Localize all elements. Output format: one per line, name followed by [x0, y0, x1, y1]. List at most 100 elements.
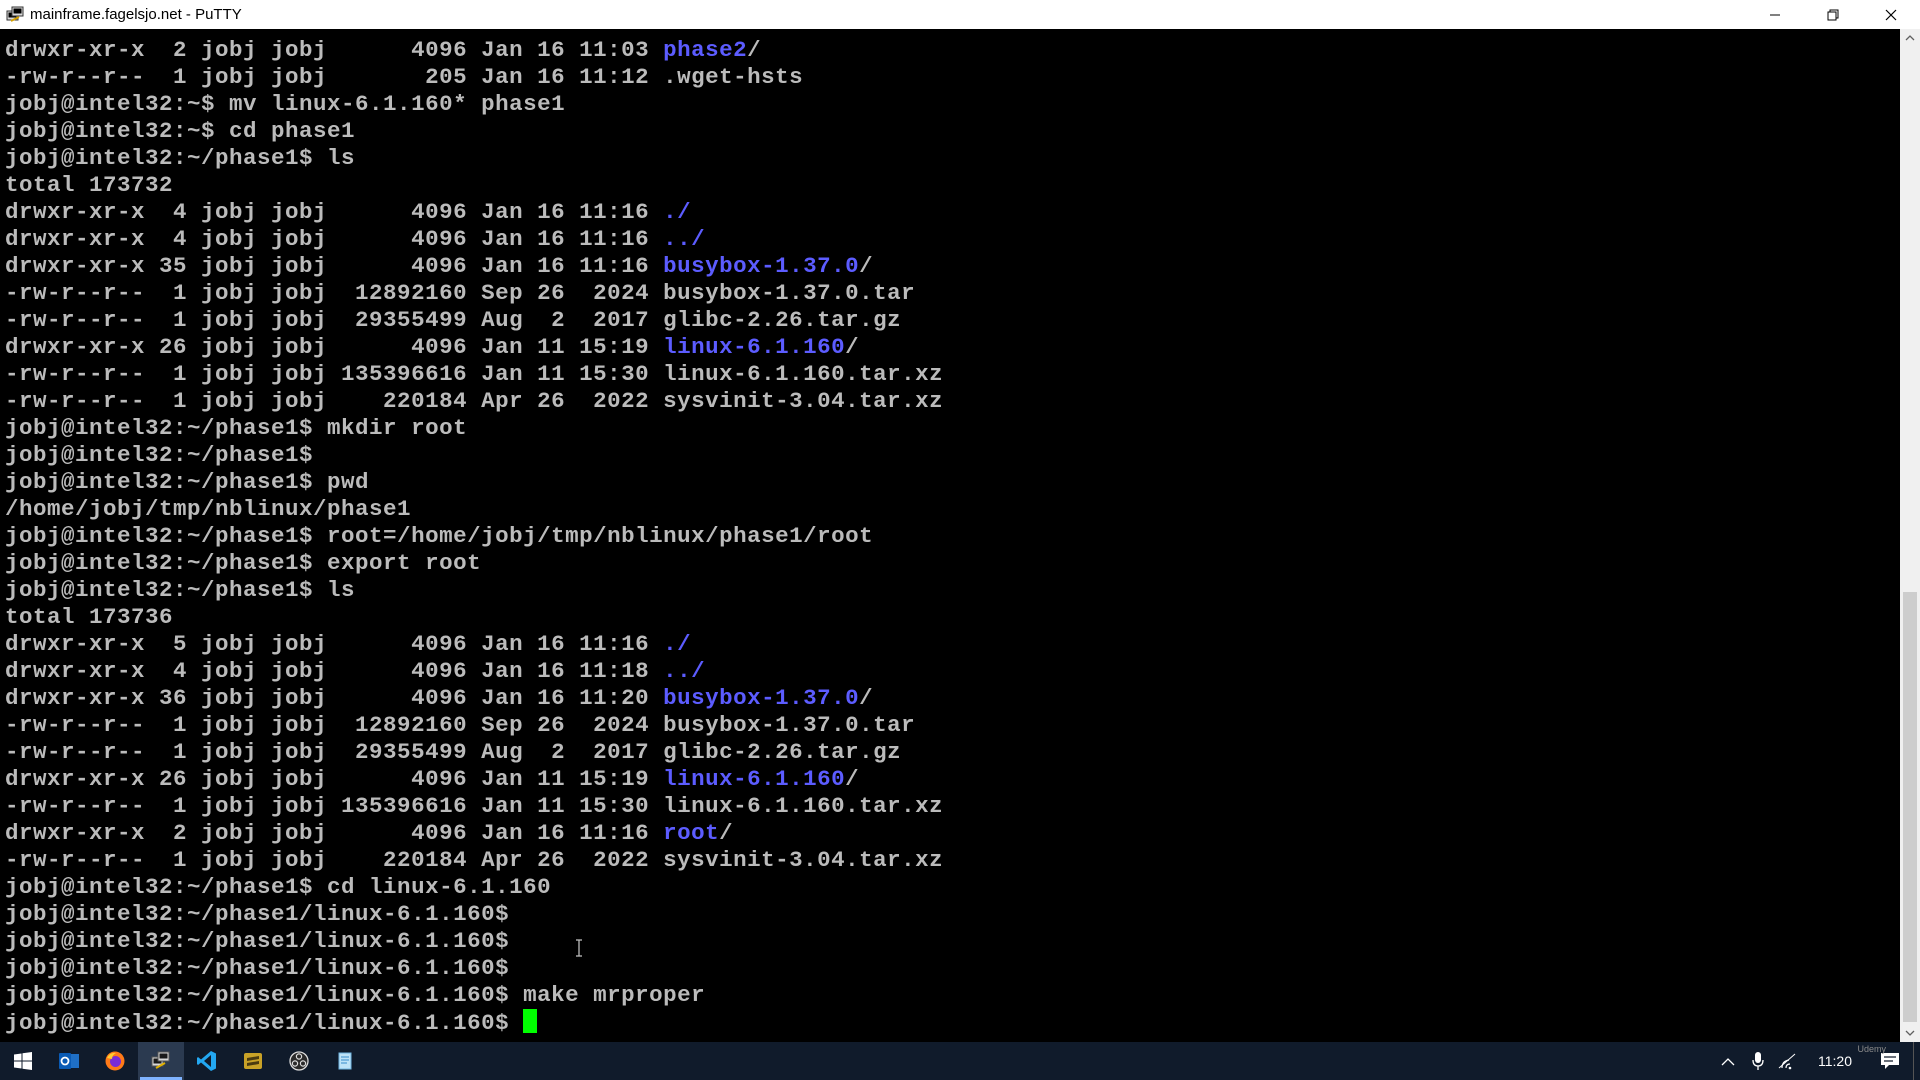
- text-cursor-ibeam-icon: [576, 939, 582, 957]
- terminal-line: -rw-r--r-- 1 jobj jobj 12892160 Sep 26 2…: [5, 712, 943, 739]
- terminal-line: jobj@intel32:~/phase1/linux-6.1.160$: [5, 1009, 943, 1036]
- watermark-text: Udemy: [1857, 1044, 1886, 1054]
- directory-name: busybox-1.37.0: [663, 253, 860, 279]
- system-tray: 11:20: [1713, 1042, 1920, 1080]
- tray-overflow-button[interactable]: [1713, 1042, 1743, 1080]
- terminal-line: -rw-r--r-- 1 jobj jobj 29355499 Aug 2 20…: [5, 739, 943, 766]
- terminal-line: drwxr-xr-x 26 jobj jobj 4096 Jan 11 15:1…: [5, 334, 943, 361]
- minimize-button[interactable]: [1746, 0, 1804, 29]
- terminal-line: -rw-r--r-- 1 jobj jobj 205 Jan 16 11:12 …: [5, 64, 943, 91]
- putty-app-icon[interactable]: [4, 4, 26, 26]
- terminal-line: jobj@intel32:~$ mv linux-6.1.160* phase1: [5, 91, 943, 118]
- wifi-icon: [1778, 1053, 1796, 1070]
- terminal-text: jobj@intel32:~/phase1$ ls: [5, 577, 356, 603]
- terminal-line: drwxr-xr-x 4 jobj jobj 4096 Jan 16 11:18…: [5, 658, 943, 685]
- tray-microphone[interactable]: [1743, 1042, 1773, 1080]
- terminal-text: drwxr-xr-x 4 jobj jobj 4096 Jan 16 11:18: [5, 658, 664, 684]
- terminal-line: drwxr-xr-x 5 jobj jobj 4096 Jan 16 11:16…: [5, 631, 943, 658]
- terminal-text: -rw-r--r-- 1 jobj jobj 205 Jan 16 11:12 …: [5, 64, 804, 90]
- terminal-text: jobj@intel32:~$ mv linux-6.1.160* phase1: [5, 91, 566, 117]
- terminal-text: jobj@intel32:~/phase1/linux-6.1.160$: [5, 1010, 524, 1036]
- taskbar-putty[interactable]: [138, 1042, 184, 1080]
- chevron-up-icon: [1905, 35, 1915, 41]
- show-desktop-button[interactable]: [1913, 1042, 1920, 1080]
- scroll-up-button[interactable]: [1900, 29, 1920, 46]
- chevron-up-icon: [1721, 1057, 1735, 1065]
- terminal-line: -rw-r--r-- 1 jobj jobj 220184 Apr 26 202…: [5, 847, 943, 874]
- terminal-text: /: [845, 334, 860, 360]
- sublime-text-icon: [244, 1053, 262, 1069]
- restore-button[interactable]: [1804, 0, 1862, 29]
- terminal-line: jobj@intel32:~/phase1$ ls: [5, 145, 943, 172]
- tray-network[interactable]: [1773, 1042, 1803, 1080]
- terminal-line: jobj@intel32:~/phase1$ ls: [5, 577, 943, 604]
- taskbar-sublime-text[interactable]: [230, 1042, 276, 1080]
- restore-icon: [1827, 9, 1839, 20]
- putty-window: mainframe.fagelsjo.net - PuTTY drwxr-xr-…: [0, 0, 1920, 1042]
- terminal-text: jobj@intel32:~/phase1/linux-6.1.160$: [5, 901, 510, 927]
- scrollbar-thumb[interactable]: [1903, 592, 1917, 1022]
- close-button[interactable]: [1862, 0, 1920, 29]
- directory-name: root: [663, 820, 720, 846]
- terminal-text: drwxr-xr-x 5 jobj jobj 4096 Jan 16 11:16: [5, 631, 664, 657]
- obs-icon: [289, 1051, 309, 1071]
- terminal-text: -rw-r--r-- 1 jobj jobj 29355499 Aug 2 20…: [5, 739, 902, 765]
- taskbar-notepad[interactable]: [322, 1042, 368, 1080]
- terminal-text: -rw-r--r-- 1 jobj jobj 135396616 Jan 11 …: [5, 361, 944, 387]
- terminal-text: -rw-r--r-- 1 jobj jobj 220184 Apr 26 202…: [5, 388, 944, 414]
- terminal-line: jobj@intel32:~/phase1$ pwd: [5, 469, 943, 496]
- scroll-down-button[interactable]: [1900, 1025, 1920, 1042]
- terminal-text: /: [747, 37, 762, 63]
- firefox-icon: [105, 1051, 125, 1071]
- directory-name: linux-6.1.160: [663, 766, 846, 792]
- terminal-text: drwxr-xr-x 2 jobj jobj 4096 Jan 16 11:16: [5, 820, 664, 846]
- terminal-text: jobj@intel32:~/phase1/linux-6.1.160$: [5, 928, 510, 954]
- directory-name: ./: [663, 199, 692, 225]
- terminal-line: -rw-r--r-- 1 jobj jobj 29355499 Aug 2 20…: [5, 307, 943, 334]
- terminal-line: jobj@intel32:~/phase1/linux-6.1.160$: [5, 901, 943, 928]
- window-title: mainframe.fagelsjo.net - PuTTY: [30, 6, 242, 23]
- terminal-line: drwxr-xr-x 26 jobj jobj 4096 Jan 11 15:1…: [5, 766, 943, 793]
- terminal-text: jobj@intel32:~/phase1$ ls: [5, 145, 356, 171]
- terminal-text: jobj@intel32:~/phase1$ pwd: [5, 469, 370, 495]
- taskbar-vscode[interactable]: [184, 1042, 230, 1080]
- microphone-icon: [1752, 1052, 1764, 1070]
- taskbar: 11:20: [0, 1042, 1920, 1080]
- terminal-line: -rw-r--r-- 1 jobj jobj 220184 Apr 26 202…: [5, 388, 943, 415]
- terminal-text: jobj@intel32:~$ cd phase1: [5, 118, 356, 144]
- terminal-line: jobj@intel32:~/phase1/linux-6.1.160$: [5, 955, 943, 982]
- terminal-text: drwxr-xr-x 36 jobj jobj 4096 Jan 16 11:2…: [5, 685, 664, 711]
- terminal-line: jobj@intel32:~/phase1$ root=/home/jobj/t…: [5, 523, 943, 550]
- notification-icon: [1881, 1053, 1899, 1069]
- taskbar-outlook[interactable]: [46, 1042, 92, 1080]
- taskbar-firefox[interactable]: [92, 1042, 138, 1080]
- directory-name: ../: [663, 658, 706, 684]
- terminal-line: jobj@intel32:~/phase1/linux-6.1.160$: [5, 928, 943, 955]
- terminal-cursor: [523, 1009, 538, 1033]
- terminal-line: drwxr-xr-x 4 jobj jobj 4096 Jan 16 11:16…: [5, 199, 943, 226]
- terminal-text: drwxr-xr-x 26 jobj jobj 4096 Jan 11 15:1…: [5, 334, 664, 360]
- close-icon: [1885, 9, 1897, 20]
- terminal-text: -rw-r--r-- 1 jobj jobj 12892160 Sep 26 2…: [5, 280, 916, 306]
- window-controls: [1746, 0, 1920, 29]
- terminal-text: -rw-r--r-- 1 jobj jobj 135396616 Jan 11 …: [5, 793, 944, 819]
- terminal-text: drwxr-xr-x 4 jobj jobj 4096 Jan 16 11:16: [5, 226, 664, 252]
- terminal-text: jobj@intel32:~/phase1$: [5, 442, 314, 468]
- windows-logo-icon: [14, 1052, 32, 1070]
- terminal-area[interactable]: drwxr-xr-x 2 jobj jobj 4096 Jan 16 11:03…: [0, 29, 1900, 1042]
- terminal-line: jobj@intel32:~/phase1$ cd linux-6.1.160: [5, 874, 943, 901]
- terminal-text: jobj@intel32:~/phase1/linux-6.1.160$: [5, 955, 510, 981]
- terminal-line: total 173732: [5, 172, 943, 199]
- terminal-text: jobj@intel32:~/phase1$ cd linux-6.1.160: [5, 874, 552, 900]
- start-button[interactable]: [0, 1042, 46, 1080]
- terminal-text: /: [845, 766, 860, 792]
- terminal-line: jobj@intel32:~/phase1$ export root: [5, 550, 943, 577]
- terminal-text: jobj@intel32:~/phase1$ export root: [5, 550, 482, 576]
- terminal-text: jobj@intel32:~/phase1$ root=/home/jobj/t…: [5, 523, 874, 549]
- taskbar-obs[interactable]: [276, 1042, 322, 1080]
- vertical-scrollbar[interactable]: [1900, 29, 1920, 1042]
- minimize-icon: [1770, 14, 1780, 15]
- terminal-line: /home/jobj/tmp/nblinux/phase1: [5, 496, 943, 523]
- title-bar[interactable]: mainframe.fagelsjo.net - PuTTY: [0, 0, 1920, 29]
- terminal-text: jobj@intel32:~/phase1/linux-6.1.160$ mak…: [5, 982, 706, 1008]
